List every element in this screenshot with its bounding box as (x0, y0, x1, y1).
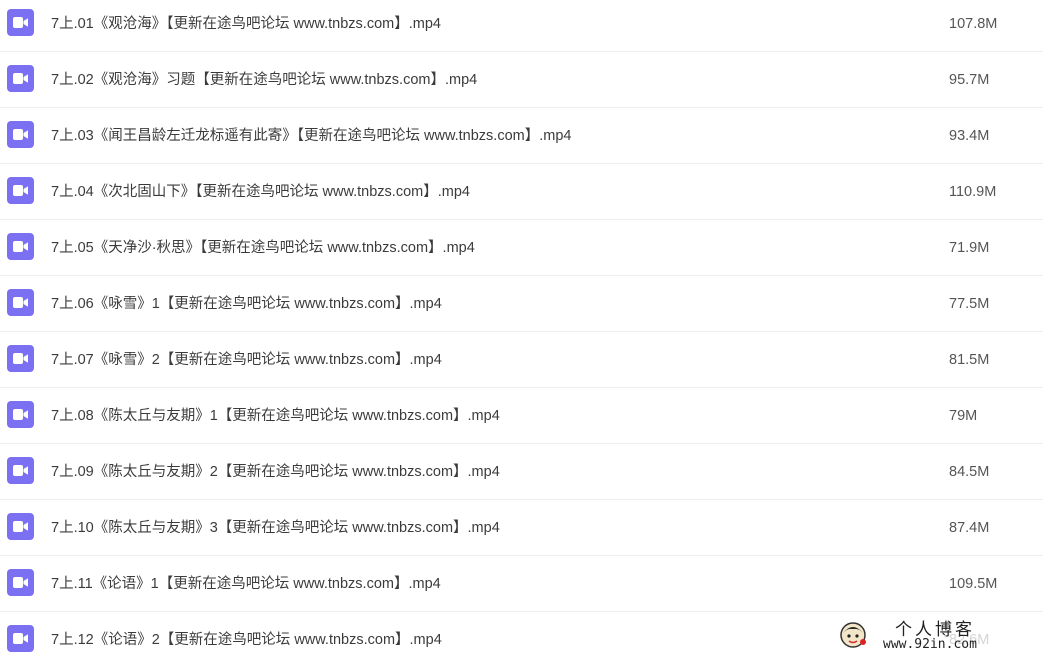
file-row[interactable]: 7上.03《闻王昌龄左迁龙标遥有此寄》【更新在途鸟吧论坛 www.tnbzs.c… (0, 108, 1043, 164)
file-size: 95.7M (949, 72, 990, 88)
file-size: 93.4M (949, 128, 990, 144)
file-name[interactable]: 7上.08《陈太丘与友期》1【更新在途鸟吧论坛 www.tnbzs.com】.m… (51, 388, 500, 444)
file-name[interactable]: 7上.01《观沧海》【更新在途鸟吧论坛 www.tnbzs.com】.mp4 (51, 0, 441, 52)
file-name[interactable]: 7上.03《闻王昌龄左迁龙标遥有此寄》【更新在途鸟吧论坛 www.tnbzs.c… (51, 108, 571, 164)
file-row[interactable]: 7上.05《天净沙·秋思》【更新在途鸟吧论坛 www.tnbzs.com】.mp… (0, 220, 1043, 276)
video-file-icon (7, 121, 34, 148)
video-file-icon (7, 65, 34, 92)
file-size: 107.8M (949, 16, 998, 32)
file-name[interactable]: 7上.07《咏雪》2【更新在途鸟吧论坛 www.tnbzs.com】.mp4 (51, 332, 442, 388)
watermark: 个人博客 www.92in.com (833, 615, 1029, 657)
file-row[interactable]: 7上.09《陈太丘与友期》2【更新在途鸟吧论坛 www.tnbzs.com】.m… (0, 444, 1043, 500)
file-name[interactable]: 7上.04《次北固山下》【更新在途鸟吧论坛 www.tnbzs.com】.mp4 (51, 164, 470, 220)
file-size: 79M (949, 408, 978, 424)
file-row[interactable]: 7上.02《观沧海》习题【更新在途鸟吧论坛 www.tnbzs.com】.mp4… (0, 52, 1043, 108)
file-list: 7上.01《观沧海》【更新在途鸟吧论坛 www.tnbzs.com】.mp4 10… (0, 0, 1043, 663)
video-file-icon (7, 345, 34, 372)
file-row[interactable]: 7上.07《咏雪》2【更新在途鸟吧论坛 www.tnbzs.com】.mp4 81… (0, 332, 1043, 388)
file-size: 87.4M (949, 520, 990, 536)
video-file-icon (7, 233, 34, 260)
video-file-icon (7, 289, 34, 316)
file-name[interactable]: 7上.02《观沧海》习题【更新在途鸟吧论坛 www.tnbzs.com】.mp4 (51, 52, 477, 108)
file-name[interactable]: 7上.11《论语》1【更新在途鸟吧论坛 www.tnbzs.com】.mp4 (51, 556, 441, 612)
file-name[interactable]: 7上.10《陈太丘与友期》3【更新在途鸟吧论坛 www.tnbzs.com】.m… (51, 500, 500, 556)
watermark-logo-icon (840, 622, 866, 648)
video-file-icon (7, 9, 34, 36)
video-file-icon (7, 513, 34, 540)
video-file-icon (7, 457, 34, 484)
video-file-icon (7, 177, 34, 204)
video-file-icon (7, 401, 34, 428)
file-name[interactable]: 7上.05《天净沙·秋思》【更新在途鸟吧论坛 www.tnbzs.com】.mp… (51, 220, 475, 276)
watermark-url: www.92in.com (883, 637, 977, 652)
file-size: 110.9M (949, 184, 997, 200)
file-row[interactable]: 7上.10《陈太丘与友期》3【更新在途鸟吧论坛 www.tnbzs.com】.m… (0, 500, 1043, 556)
file-size: 109.5M (949, 576, 998, 592)
file-row[interactable]: 7上.01《观沧海》【更新在途鸟吧论坛 www.tnbzs.com】.mp4 10… (0, 0, 1043, 52)
file-row[interactable]: 7上.04《次北固山下》【更新在途鸟吧论坛 www.tnbzs.com】.mp4… (0, 164, 1043, 220)
file-row[interactable]: 7上.08《陈太丘与友期》1【更新在途鸟吧论坛 www.tnbzs.com】.m… (0, 388, 1043, 444)
file-row[interactable]: 7上.06《咏雪》1【更新在途鸟吧论坛 www.tnbzs.com】.mp4 77… (0, 276, 1043, 332)
file-name[interactable]: 7上.09《陈太丘与友期》2【更新在途鸟吧论坛 www.tnbzs.com】.m… (51, 444, 500, 500)
video-file-icon (7, 625, 34, 652)
file-row[interactable]: 7上.11《论语》1【更新在途鸟吧论坛 www.tnbzs.com】.mp4 10… (0, 556, 1043, 612)
file-size: 77.5M (949, 296, 990, 312)
file-name[interactable]: 7上.06《咏雪》1【更新在途鸟吧论坛 www.tnbzs.com】.mp4 (51, 276, 442, 332)
file-size: 84.5M (949, 464, 990, 480)
video-file-icon (7, 569, 34, 596)
file-size: 71.9M (949, 240, 990, 256)
file-size: 81.5M (949, 352, 990, 368)
file-name[interactable]: 7上.12《论语》2【更新在途鸟吧论坛 www.tnbzs.com】.mp4 (51, 612, 442, 663)
